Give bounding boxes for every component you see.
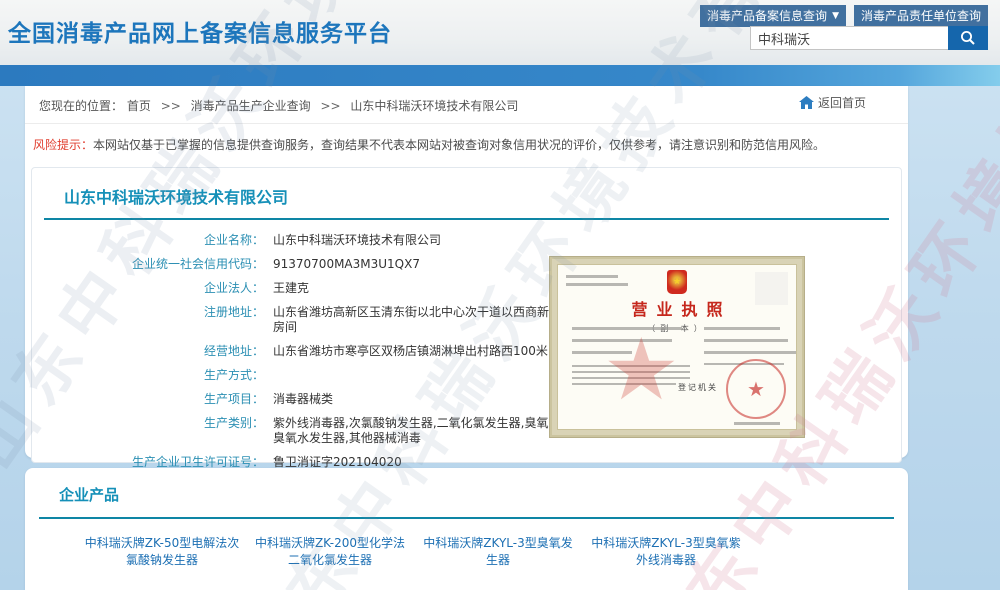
chevron-down-icon: ▼ — [832, 11, 839, 21]
company-name-heading: 山东中科瑞沃环境技术有限公司 — [32, 168, 901, 208]
products-list: 中科瑞沃牌ZK-50型电解法次氯酸钠发生器 中科瑞沃牌ZK-200型化学法二氧化… — [25, 535, 908, 569]
business-license-image: ★ 营业执照 （副 本） ★ 登记机关 ★ — [549, 256, 805, 438]
license-text-line — [566, 275, 618, 278]
license-text-line — [572, 383, 676, 385]
field-value: 山东中科瑞沃环境技术有限公司 — [273, 233, 441, 248]
back-home-link[interactable]: 返回首页 — [799, 94, 866, 111]
field-value: 山东省潍坊市寒亭区双杨店镇湖淋埠出村路西100米 — [273, 344, 548, 359]
nav-item-label: 消毒产品备案信息查询 — [707, 7, 827, 24]
nav-item-label: 消毒产品责任单位查询 — [861, 7, 981, 24]
nav-item-responsible-unit-query[interactable]: 消毒产品责任单位查询 — [854, 5, 988, 27]
back-home-label: 返回首页 — [818, 94, 866, 111]
field-value: 王建克 — [273, 281, 309, 296]
field-label: 企业名称： — [32, 233, 264, 248]
field-value: 消毒器械类 — [273, 392, 333, 407]
license-text-line — [704, 351, 796, 354]
nav-item-record-info-query[interactable]: 消毒产品备案信息查询 ▼ — [700, 5, 846, 27]
license-text-line — [572, 351, 632, 354]
license-text-line — [704, 339, 788, 342]
product-link[interactable]: 中科瑞沃牌ZK-200型化学法二氧化氯发生器 — [251, 535, 409, 569]
search-input[interactable] — [750, 26, 948, 50]
business-license-inner: ★ 营业执照 （副 本） ★ 登记机关 ★ — [557, 264, 797, 430]
field-value: 91370700MA3M3U1QX7 — [273, 257, 420, 272]
company-info-card: 山东中科瑞沃环境技术有限公司 企业名称： 山东中科瑞沃环境技术有限公司 企业统一… — [31, 167, 902, 463]
page-title: 全国消毒产品网上备案信息服务平台 — [8, 14, 392, 48]
license-issuer-label: 登记机关 — [678, 382, 718, 393]
company-detail-panel: 您现在的位置： 首页 >> 消毒产品生产企业查询 >> 山东中科瑞沃环境技术有限… — [25, 86, 908, 458]
section-divider — [39, 517, 894, 519]
breadcrumb-enterprise-query-link[interactable]: 消毒产品生产企业查询 — [191, 99, 311, 113]
field-label: 生产类别： — [32, 416, 264, 446]
license-text-line — [704, 327, 780, 330]
national-emblem-icon: ★ — [667, 270, 687, 294]
home-icon — [799, 96, 814, 110]
license-text-line — [566, 283, 628, 286]
license-date-line — [734, 422, 780, 425]
license-text-line — [572, 339, 672, 342]
breadcrumb-separator: >> — [320, 99, 340, 113]
product-link[interactable]: 中科瑞沃牌ZKYL-3型臭氧发生器 — [419, 535, 577, 569]
products-section-title: 企业产品 — [25, 468, 908, 505]
field-label: 生产项目： — [32, 392, 264, 407]
section-divider — [44, 218, 889, 220]
risk-notice: 风险提示：本网站仅基于已掌握的信息提供查询服务，查询结果不代表本网站对被查询对象… — [25, 124, 908, 159]
field-label: 企业法人： — [32, 281, 264, 296]
search-icon — [959, 29, 977, 47]
license-text-line — [572, 365, 690, 367]
breadcrumb-home-link[interactable]: 首页 — [127, 99, 151, 113]
breadcrumb-current: 山东中科瑞沃环境技术有限公司 — [350, 99, 518, 113]
field-label: 生产方式： — [32, 368, 264, 383]
risk-notice-label: 风险提示： — [33, 138, 93, 152]
field-label: 经营地址： — [32, 344, 264, 359]
breadcrumb: 您现在的位置： 首页 >> 消毒产品生产企业查询 >> 山东中科瑞沃环境技术有限… — [25, 86, 908, 124]
header-divider-band — [0, 65, 1000, 86]
license-text-line — [572, 377, 690, 379]
search-bar — [750, 26, 988, 50]
breadcrumb-prefix: 您现在的位置： — [39, 99, 123, 113]
company-products-panel: 企业产品 中科瑞沃牌ZK-50型电解法次氯酸钠发生器 中科瑞沃牌ZK-200型化… — [25, 468, 908, 590]
license-text-line — [572, 371, 690, 373]
field-row-company-name: 企业名称： 山东中科瑞沃环境技术有限公司 — [32, 233, 901, 248]
field-label: 企业统一社会信用代码： — [32, 257, 264, 272]
header: 全国消毒产品网上备案信息服务平台 消毒产品备案信息查询 ▼ 消毒产品责任单位查询 — [0, 0, 1000, 65]
qr-code-icon — [755, 272, 788, 305]
field-label: 注册地址： — [32, 305, 264, 335]
top-nav: 消毒产品备案信息查询 ▼ 消毒产品责任单位查询 — [700, 5, 988, 27]
breadcrumb-separator: >> — [161, 99, 181, 113]
license-text-line — [572, 327, 682, 330]
search-button[interactable] — [948, 26, 988, 50]
product-link[interactable]: 中科瑞沃牌ZK-50型电解法次氯酸钠发生器 — [83, 535, 241, 569]
red-seal-icon: ★ — [726, 359, 786, 419]
product-link[interactable]: 中科瑞沃牌ZKYL-3型臭氧紫外线消毒器 — [587, 535, 745, 569]
risk-notice-text: 本网站仅基于已掌握的信息提供查询服务，查询结果不代表本网站对被查询对象信用状况的… — [93, 138, 825, 152]
